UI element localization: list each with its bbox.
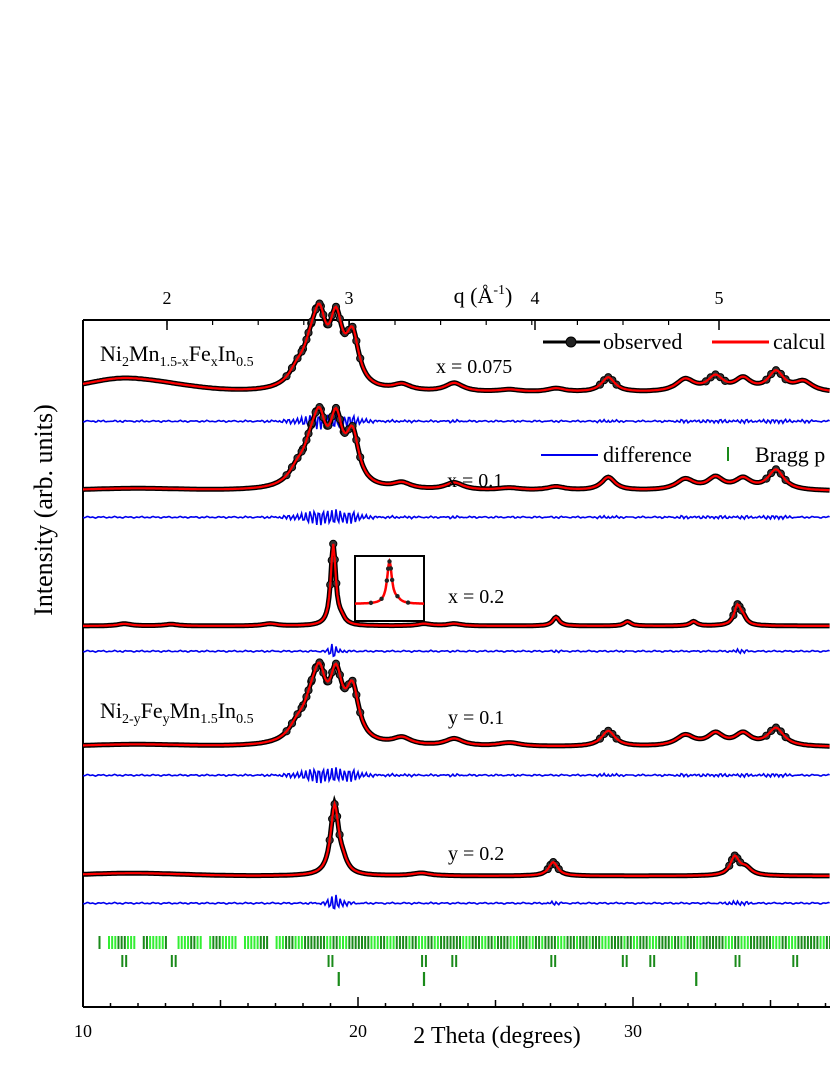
observed-line [83,543,830,629]
observed-points [83,539,830,629]
comp-x-mn: Mn [129,341,160,366]
comp-y-05: 0.5 [236,712,254,727]
comp-y-mn: Mn [170,698,201,723]
calculated-line [83,543,830,627]
bragg-positions [98,936,830,986]
legend-observed-marker [565,336,577,348]
comp-x-fe: Fe [189,341,211,366]
legend-calculated-label: calcul [773,329,826,354]
inset-observed-point [387,559,392,564]
comp-y-fe: Fe [141,698,163,723]
difference-line [82,766,830,784]
series-label-x02: x = 0.2 [448,586,504,608]
series-label-y02: y = 0.2 [448,843,504,865]
inset-observed-point [384,578,390,583]
comp-y-in: In [218,698,236,723]
x-tick-label-10: 10 [74,1021,92,1041]
difference-line [82,643,830,658]
inset-observed-point [389,577,395,583]
comp-x-x: x [211,355,218,370]
comp-x-05: 0.5 [236,355,254,370]
x-tick-label-30: 30 [624,1021,642,1041]
legend-bragg-label: Bragg p [755,442,825,467]
composition-label-y: Ni2-yFeyMn1.5In0.5 [100,698,254,727]
inset-observed-point [395,593,400,599]
legend: observed calcul difference Bragg p [541,329,826,467]
inset-observed-point [379,596,384,602]
top-axis-title-base: q (Å [454,283,494,308]
inset-observed-point [405,600,411,605]
comp-y-15: 1.5 [200,712,218,727]
y-axis-title: Intensity (arb. units) [29,404,58,616]
comp-y-ni: Ni [100,698,122,723]
q-tick-label-5: 5 [715,288,724,308]
difference-line [82,894,830,910]
observed-line [82,794,830,879]
comp-x-15x: 1.5-x [160,355,189,370]
inset-zoom [354,555,425,622]
top-axis-title-exp: -1 [493,283,505,298]
legend-difference-label: difference [603,442,692,467]
difference-line [82,412,830,430]
difference-line [82,508,830,526]
q-tick-label-4: 4 [531,288,540,308]
series-label-x0075: x = 0.075 [436,356,512,378]
diffraction-figure: 10 20 30 2 3 4 5 2 Theta (degrees) q (Å-… [29,283,830,1049]
legend-observed-label: observed [603,329,682,354]
comp-x-ni: Ni [100,341,122,366]
comp-y-y: y [163,712,170,727]
comp-y-2y: 2-y [122,712,141,727]
comp-x-2: 2 [122,355,129,370]
x-tick-label-20: 20 [349,1021,367,1041]
q-tick-label-2: 2 [163,288,172,308]
series-label-x01: x = 0.1 [447,470,503,492]
inset-observed-point [388,566,394,571]
top-axis-title-end: ) [505,283,512,308]
calculated-line [82,800,830,877]
composition-label-x: Ni2Mn1.5-xFexIn0.5 [100,341,254,370]
inset-observed-point [368,600,374,606]
x-axis-title: 2 Theta (degrees) [413,1023,580,1049]
x-axis-ticks [82,997,827,1007]
comp-x-in: In [218,341,236,366]
top-axis-title: q (Å-1) [454,283,513,308]
q-tick-label-3: 3 [345,288,354,308]
series-label-y01: y = 0.1 [448,707,504,729]
